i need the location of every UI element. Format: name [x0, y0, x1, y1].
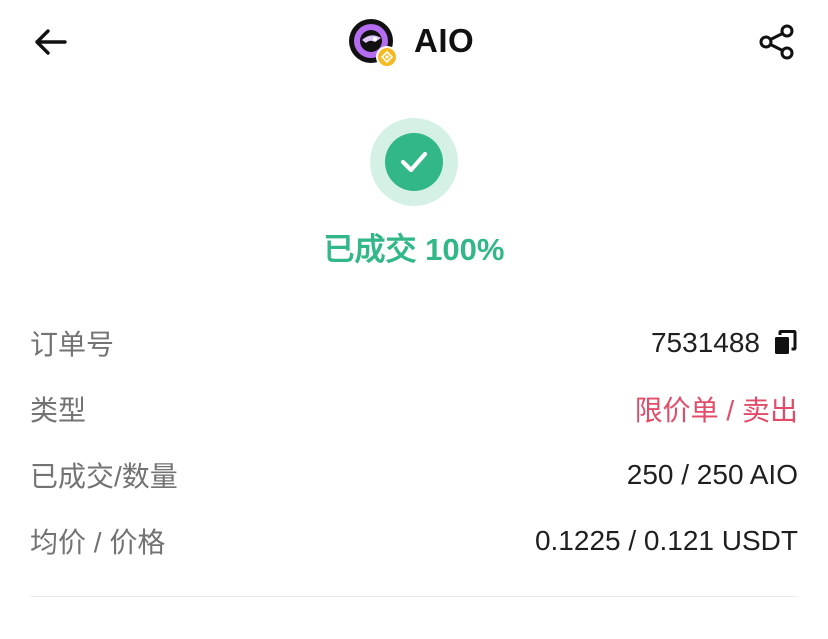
check-icon [385, 133, 443, 191]
top-nav-bar: AIO [0, 0, 828, 82]
order-id-value: 7531488 [650, 327, 760, 358]
filled-label: 已成交/数量 [30, 461, 178, 492]
status-icon-ring [370, 118, 458, 206]
share-icon [759, 24, 794, 60]
back-button[interactable] [30, 22, 70, 62]
price-label: 均价 / 价格 [30, 527, 166, 558]
aio-coin-logo [348, 18, 398, 68]
order-id-value-group: 7531488 [651, 327, 798, 359]
type-value: 限价单 / 卖出 [634, 395, 798, 426]
order-status: 已成交 100% [0, 118, 828, 269]
filled-value: 250 / 250 AIO [626, 459, 798, 490]
order-details: 订单号 7531488 类型 限价单 / 卖出 已成交/数量 250 / 250… [30, 310, 798, 574]
share-button[interactable] [755, 20, 799, 64]
status-text: 已成交 100% [323, 232, 505, 267]
arrow-left-icon [35, 29, 67, 55]
price-value: 0.1225 / 0.121 USDT [534, 525, 798, 556]
copy-button[interactable] [772, 329, 798, 357]
type-label: 类型 [30, 395, 87, 426]
detail-row-price: 均价 / 价格 0.1225 / 0.121 USDT [30, 508, 798, 574]
page-title: AIO [414, 22, 475, 59]
divider [30, 596, 798, 597]
detail-row-type: 类型 限价单 / 卖出 [30, 376, 798, 442]
copy-icon [775, 330, 797, 354]
detail-row-order-id: 订单号 7531488 [30, 310, 798, 376]
order-id-label: 订单号 [30, 329, 115, 360]
token-title: AIO [348, 16, 475, 68]
detail-row-filled: 已成交/数量 250 / 250 AIO [30, 442, 798, 508]
bnb-chain-badge-icon [376, 46, 398, 68]
